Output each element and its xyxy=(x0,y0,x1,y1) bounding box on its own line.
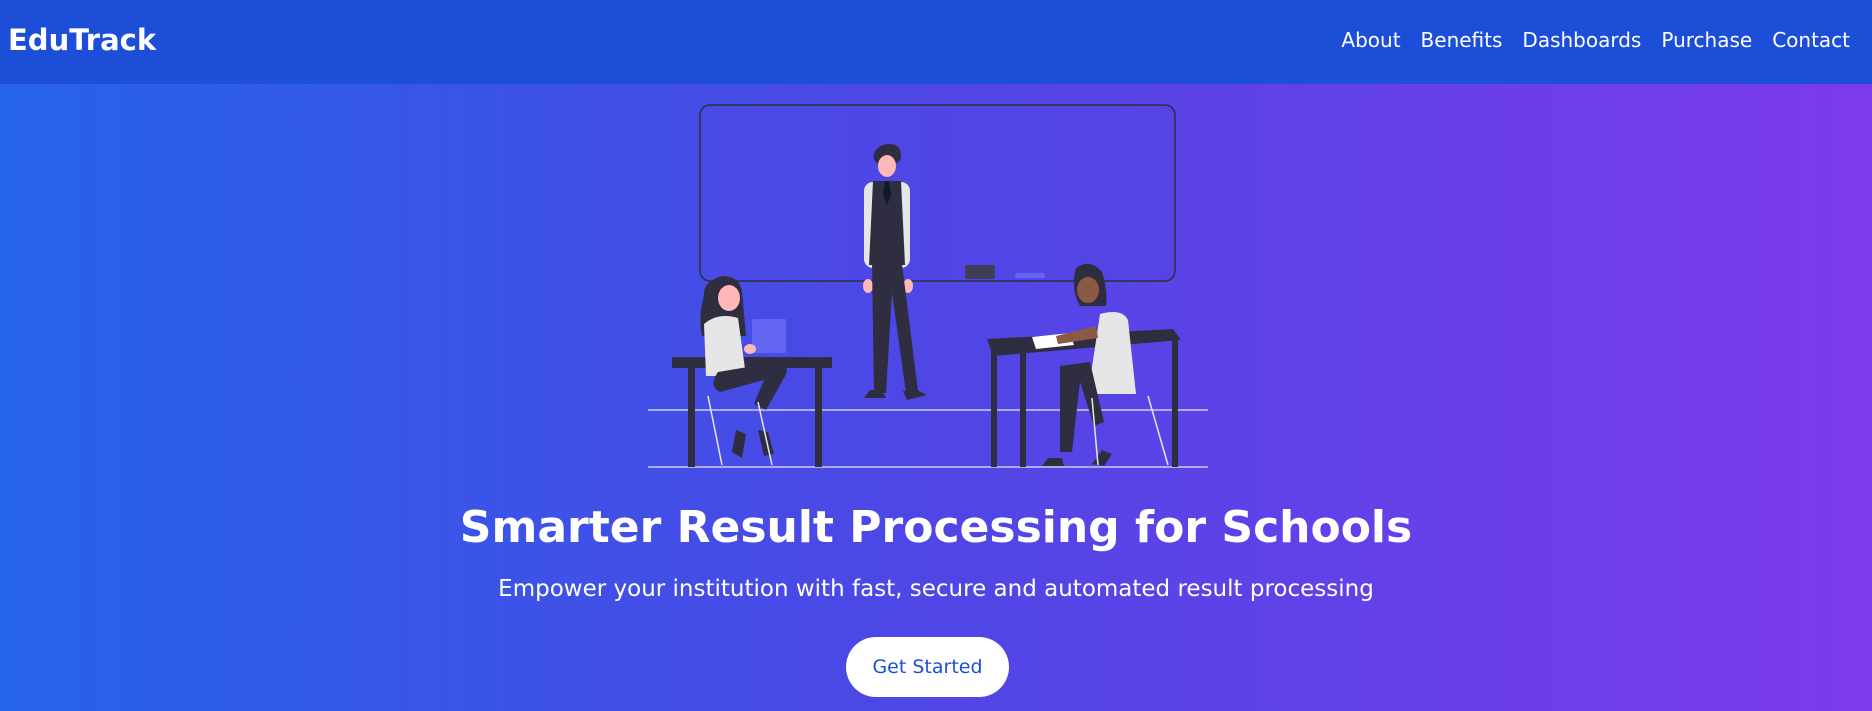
nav-contact-link[interactable]: Contact xyxy=(1762,28,1860,52)
nav-dashboards-link[interactable]: Dashboards xyxy=(1512,28,1651,52)
board-marker xyxy=(1015,273,1045,278)
top-navbar: EduTrack About Benefits Dashboards Purch… xyxy=(0,0,1872,84)
hero-title: Smarter Result Processing for Schools xyxy=(459,502,1413,553)
right-desk xyxy=(987,329,1181,467)
nav-benefits-link[interactable]: Benefits xyxy=(1411,28,1513,52)
right-student-figure xyxy=(1042,263,1169,466)
nav-about-link[interactable]: About xyxy=(1331,28,1410,52)
nav-purchase-link[interactable]: Purchase xyxy=(1651,28,1762,52)
left-student-figure xyxy=(700,276,787,466)
hero-subtitle: Empower your institution with fast, secu… xyxy=(498,576,1374,602)
whiteboard xyxy=(699,104,1176,282)
get-started-button[interactable]: Get Started xyxy=(846,637,1009,697)
classroom-illustration xyxy=(648,104,1208,468)
brand-logo[interactable]: EduTrack xyxy=(8,23,156,57)
nav-links: About Benefits Dashboards Purchase Conta… xyxy=(1331,28,1860,52)
board-eraser xyxy=(965,265,995,279)
